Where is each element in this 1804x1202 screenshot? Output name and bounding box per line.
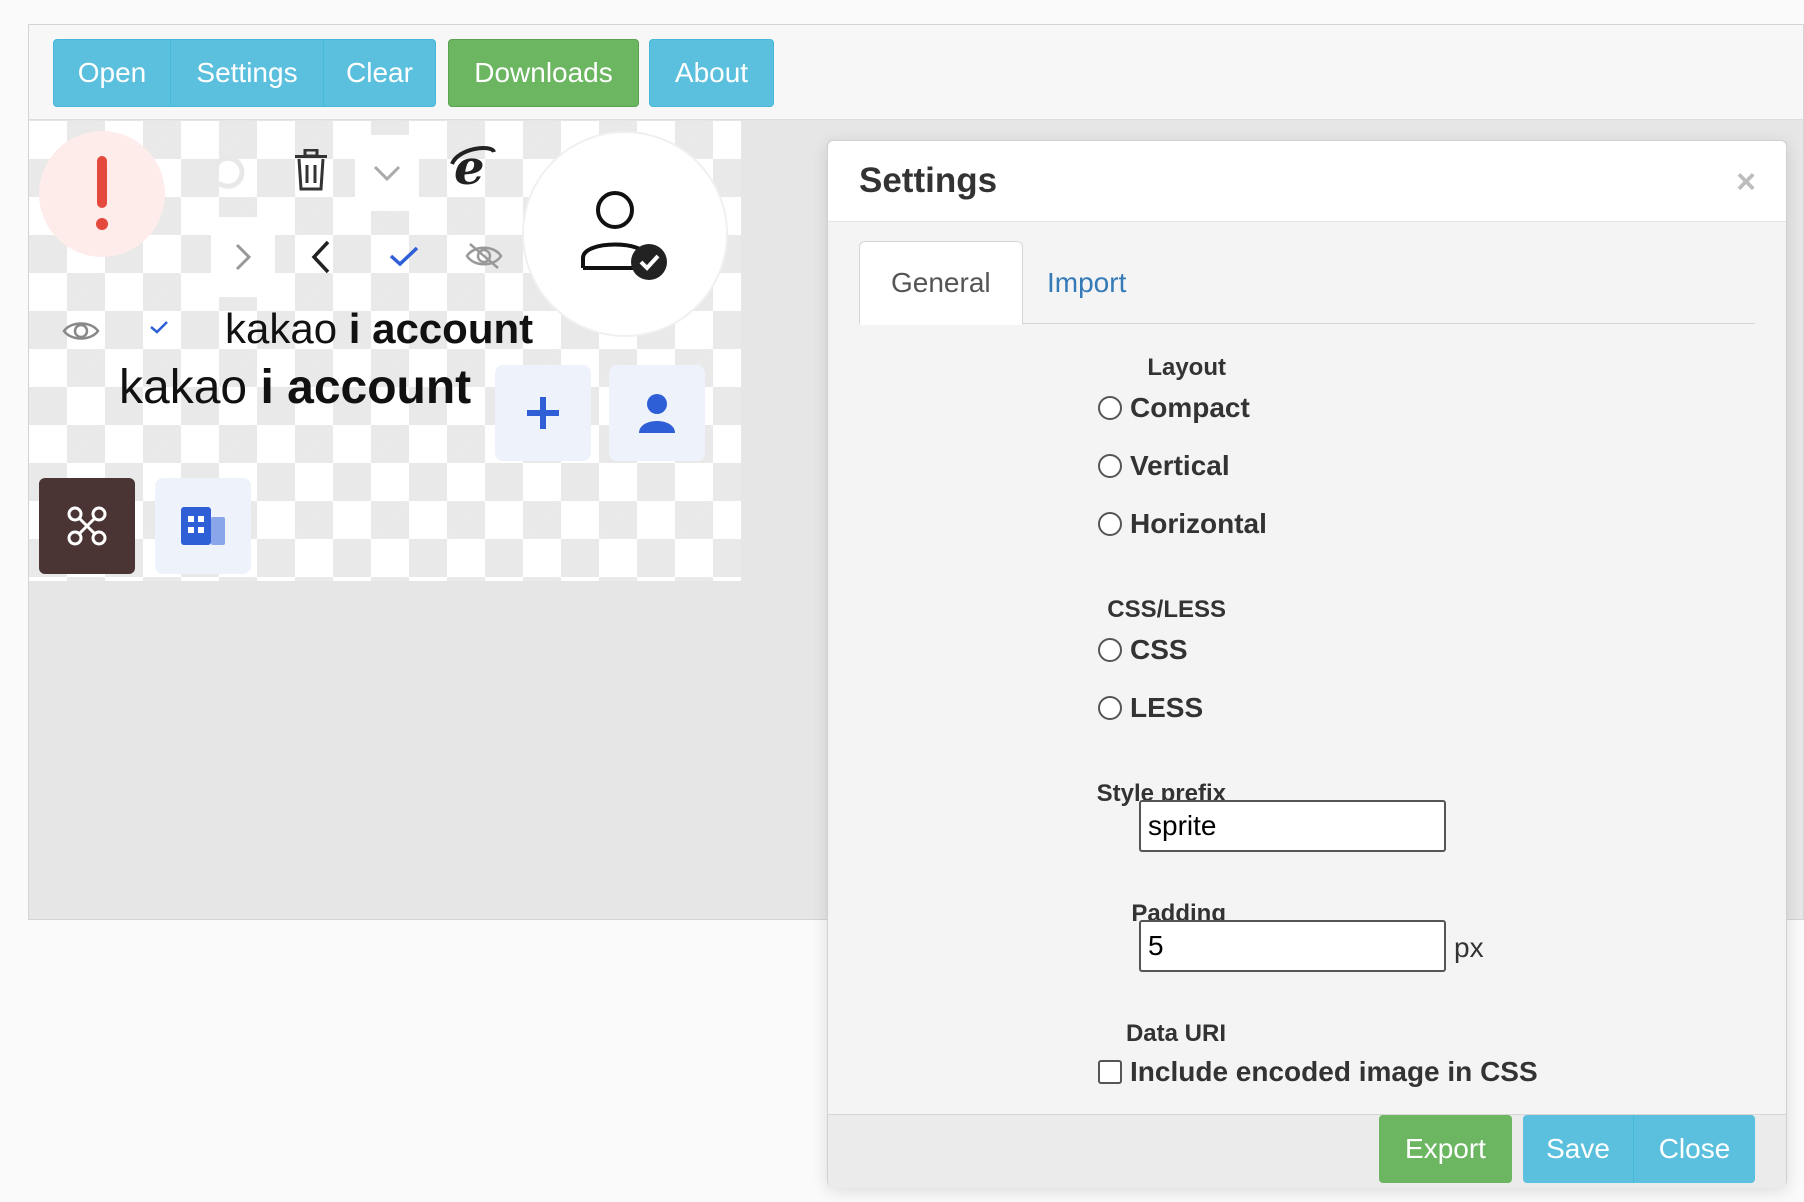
radio-less[interactable] [1098, 696, 1122, 720]
padding-unit: px [1454, 932, 1484, 963]
clear-button[interactable]: Clear [323, 39, 436, 107]
data-uri-checkbox[interactable] [1098, 1060, 1122, 1084]
kakao-i-account-logo-large: kakao i account [119, 355, 519, 419]
layout-option-horizontal[interactable]: Horizontal [1098, 508, 1267, 540]
toolbar: Open Settings Clear Downloads About [29, 25, 1803, 120]
kakao-i-account-logo-small: kakao i account [225, 299, 533, 359]
trash-icon [281, 135, 341, 205]
eye-off-icon [449, 221, 519, 291]
save-button[interactable]: Save [1523, 1115, 1634, 1183]
building-icon [155, 478, 251, 574]
export-button[interactable]: Export [1379, 1115, 1512, 1183]
check-icon [369, 221, 439, 291]
downloads-button[interactable]: Downloads [448, 39, 639, 107]
css-less-label: CSS/LESS [1107, 596, 1226, 623]
close-button[interactable]: Close [1634, 1115, 1755, 1183]
about-button[interactable]: About [649, 39, 774, 107]
data-uri-label: Data URI [1125, 1020, 1226, 1047]
tab-bar: General Import [859, 241, 1755, 325]
radio-label-less: LESS [1130, 692, 1204, 723]
modal-footer: Export Save Close [828, 1114, 1786, 1188]
close-icon[interactable]: × [1736, 163, 1756, 202]
radio-label-compact: Compact [1130, 392, 1250, 423]
data-uri-checkbox-label: Include encoded image in CSS [1130, 1056, 1538, 1087]
modal-title: Settings [859, 161, 998, 200]
tab-general[interactable]: General [859, 241, 1023, 325]
format-option-less[interactable]: LESS [1098, 692, 1203, 724]
radio-compact[interactable] [1098, 396, 1122, 420]
check-small-icon [141, 307, 177, 347]
open-button[interactable]: Open [53, 39, 171, 107]
layout-option-compact[interactable]: Compact [1098, 392, 1250, 424]
radio-label-vertical: Vertical [1130, 450, 1230, 481]
padding-input[interactable]: 5 [1139, 920, 1446, 972]
radio-css[interactable] [1098, 638, 1122, 662]
chevron-left-icon [291, 217, 351, 297]
chevron-down-icon [355, 135, 419, 211]
logo-i-text: i [348, 305, 361, 352]
logo-account-text: account [372, 305, 534, 352]
logo-kakao-text: kakao [225, 305, 338, 352]
undo-icon [191, 135, 261, 205]
modal-header: Settings × [828, 141, 1786, 222]
radio-horizontal[interactable] [1098, 512, 1122, 536]
command-icon [39, 478, 135, 574]
person-icon [609, 365, 705, 461]
internet-explorer-icon: e [439, 133, 507, 201]
data-uri-option[interactable]: Include encoded image in CSS [1098, 1056, 1538, 1088]
layout-label: Layout [1147, 354, 1226, 381]
sprite-canvas: e kakao i account kakao i account [29, 121, 741, 581]
logo-i-text: i [260, 360, 274, 414]
logo-account-text: account [287, 360, 472, 414]
style-prefix-input[interactable]: sprite [1139, 800, 1446, 852]
user-check-icon [524, 133, 726, 335]
plus-icon [495, 365, 591, 461]
format-option-css[interactable]: CSS [1098, 634, 1188, 666]
settings-modal: Settings × General Import Layout Compact… [827, 140, 1787, 1188]
radio-label-css: CSS [1130, 634, 1188, 665]
radio-vertical[interactable] [1098, 454, 1122, 478]
logo-kakao-text: kakao [119, 360, 248, 414]
eye-icon [51, 301, 111, 361]
modal-body: General Import Layout Compact Vertical H… [828, 222, 1786, 1114]
radio-label-horizontal: Horizontal [1130, 508, 1267, 539]
settings-button[interactable]: Settings [170, 39, 324, 107]
tab-import[interactable]: Import [1016, 241, 1157, 325]
alert-icon [39, 131, 165, 257]
layout-option-vertical[interactable]: Vertical [1098, 450, 1230, 482]
chevron-right-icon [211, 217, 275, 297]
